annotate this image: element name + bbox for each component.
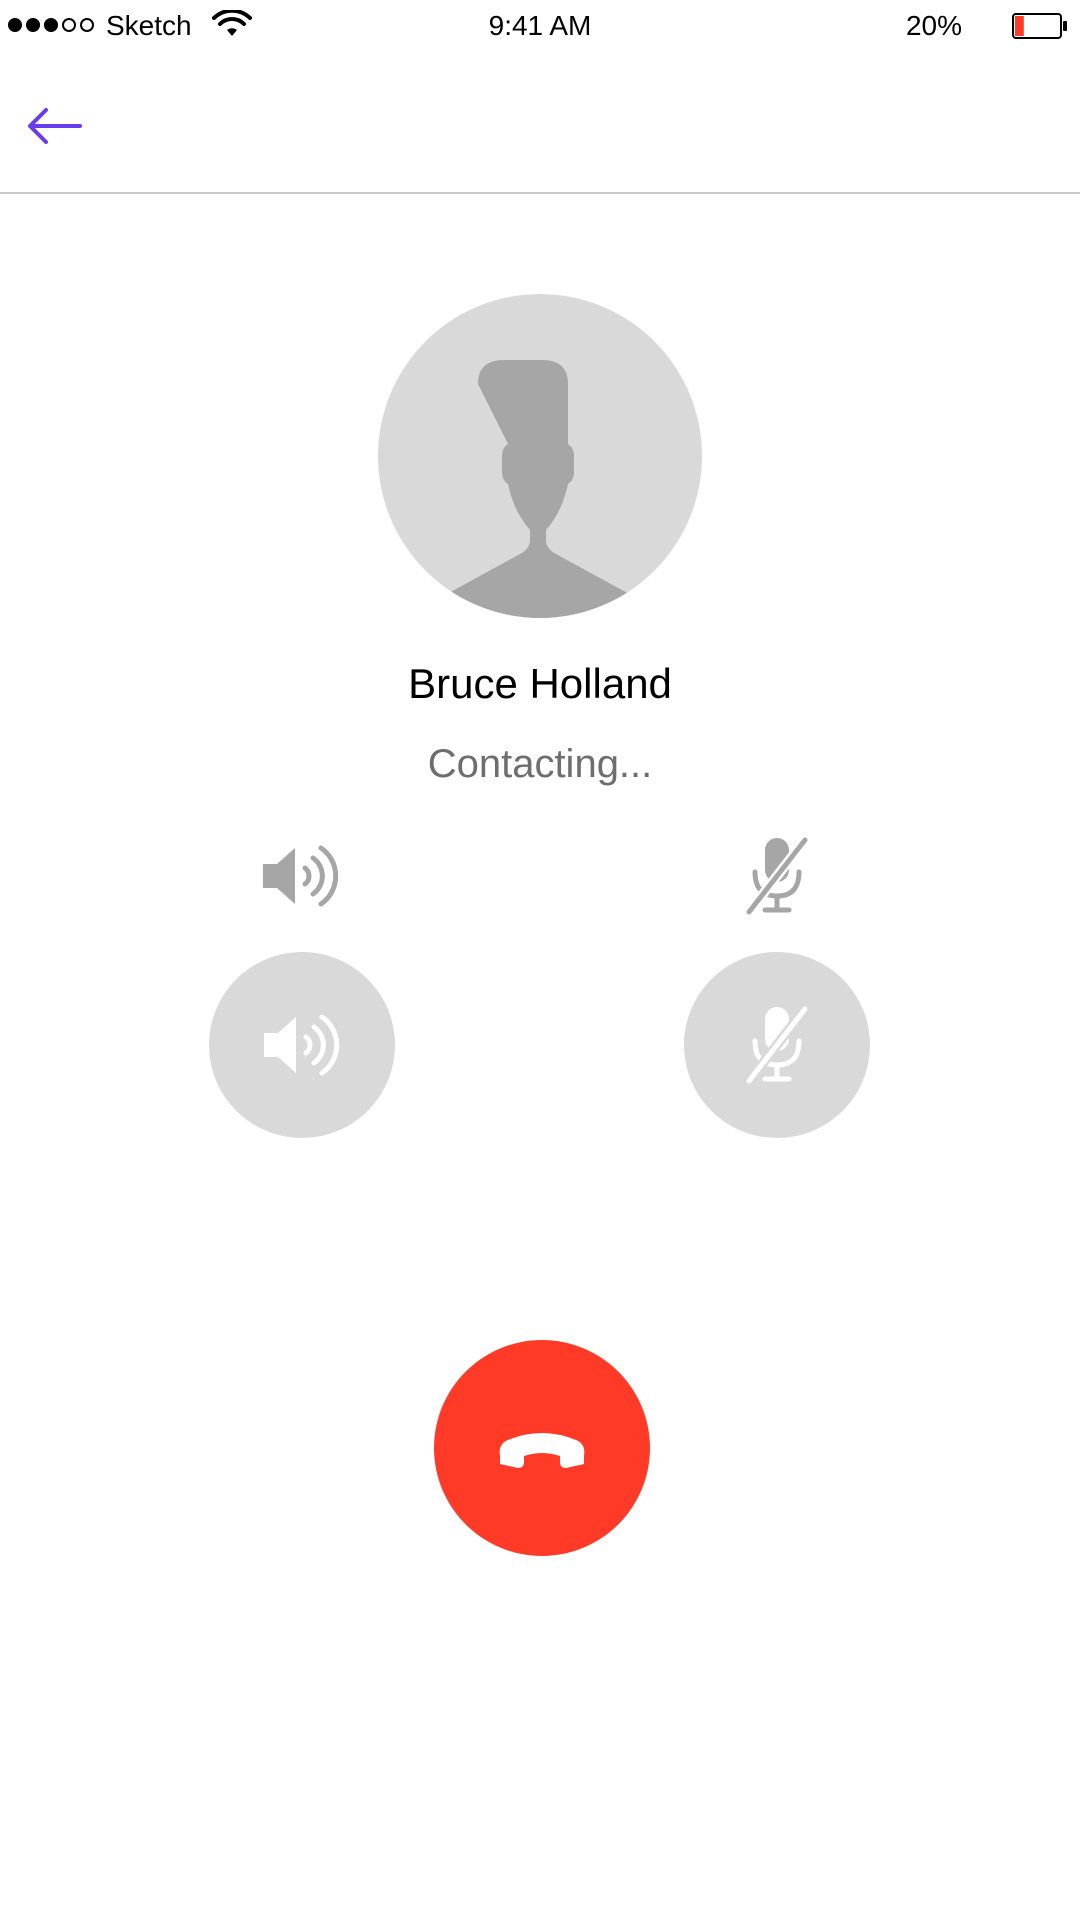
mute-button[interactable] <box>684 952 870 1138</box>
speaker-button[interactable] <box>209 952 395 1138</box>
battery-percent: 20% <box>905 10 962 41</box>
navigation-bar <box>0 54 1080 194</box>
battery-icon <box>1012 13 1067 39</box>
call-screen: Sketch 9:41 AM 20% Bruce Holland Contact… <box>0 0 1080 1920</box>
microphone-muted-icon <box>744 1004 810 1086</box>
end-call-button[interactable] <box>434 1340 650 1556</box>
microphone-muted-icon <box>744 835 810 917</box>
call-status: Contacting... <box>427 742 653 786</box>
contact-name: Bruce Holland <box>408 660 672 707</box>
person-placeholder-icon <box>436 360 640 618</box>
speaker-icon <box>264 1014 340 1076</box>
phone-hangup-icon <box>499 1433 585 1468</box>
speaker-icon <box>263 845 339 907</box>
status-bar: Sketch 9:41 AM 20% <box>0 0 1080 54</box>
arrow-left-icon[interactable] <box>22 104 86 148</box>
contact-avatar <box>378 294 702 618</box>
